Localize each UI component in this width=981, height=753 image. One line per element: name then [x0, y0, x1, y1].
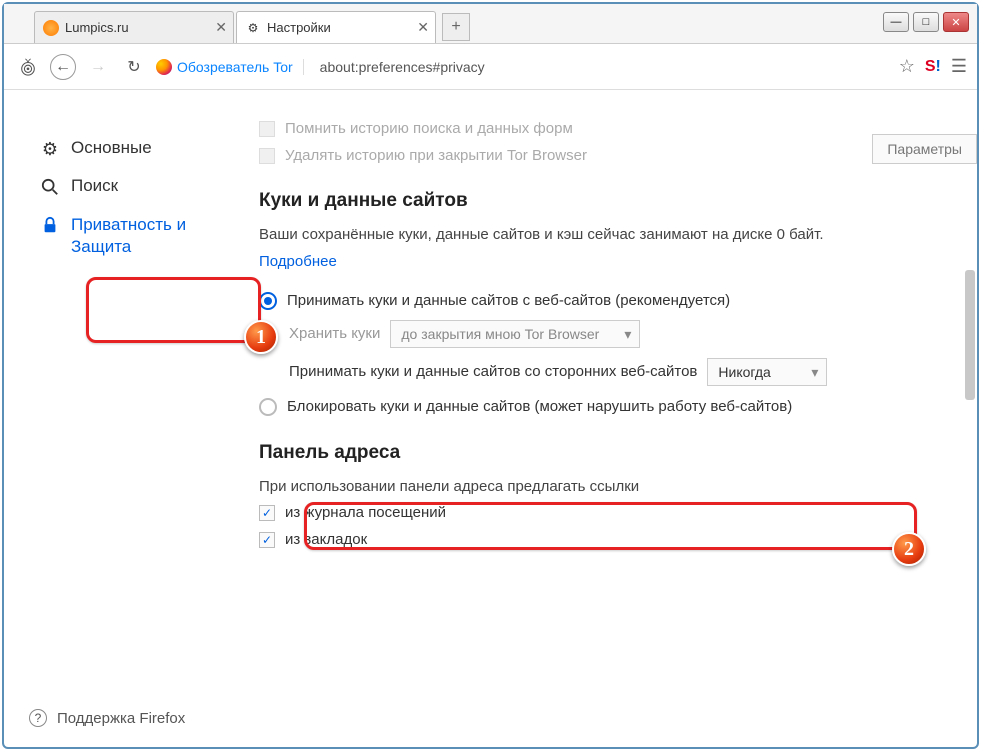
label-remember-history: Помнить историю поиска и данных форм: [285, 120, 573, 137]
minimize-button[interactable]: —: [883, 12, 909, 32]
sidebar-item-search[interactable]: Поиск: [29, 168, 239, 206]
support-label: Поддержка Firefox: [57, 710, 185, 727]
hamburger-menu-icon[interactable]: ☰: [951, 56, 967, 77]
checkbox-remember-history: [259, 121, 275, 137]
gear-icon: ⚙: [39, 138, 61, 160]
navigation-bar: ← → ↻ Обозреватель Tor about:preferences…: [4, 44, 977, 90]
checkbox-history-suggestions[interactable]: ✓: [259, 505, 275, 521]
sidebar-support[interactable]: ? Поддержка Firefox: [29, 709, 185, 727]
sidebar-item-general[interactable]: ⚙ Основные: [29, 130, 239, 168]
sidebar-item-privacy[interactable]: Приватность и Защита: [29, 206, 239, 266]
lock-icon: [39, 214, 61, 236]
cookies-description: Ваши сохранённые куки, данные сайтов и к…: [259, 224, 977, 247]
label-accept-cookies: Принимать куки и данные сайтов с веб-сай…: [287, 292, 730, 309]
url-bar[interactable]: about:preferences#privacy: [312, 59, 891, 75]
gear-icon: ⚙: [245, 20, 261, 36]
parameters-button[interactable]: Параметры: [872, 134, 977, 164]
scrollbar-thumb[interactable]: [965, 270, 975, 400]
label-third-party: Принимать куки и данные сайтов со сторон…: [289, 363, 697, 380]
tab-strip: Lumpics.ru ✕ ⚙ Настройки ✕ + — □ ✕: [4, 4, 977, 44]
radio-accept-cookies[interactable]: [259, 292, 277, 310]
extension-icon[interactable]: S!: [925, 58, 941, 76]
back-button[interactable]: ←: [50, 54, 76, 80]
onion-icon[interactable]: [14, 53, 42, 81]
search-icon: [39, 176, 61, 198]
sidebar-item-label: Приватность и Защита: [71, 214, 229, 258]
sidebar-item-label: Основные: [71, 138, 152, 158]
heading-addressbar: Панель адреса: [259, 442, 977, 464]
label-store-cookies: Хранить куки: [289, 325, 380, 342]
radio-block-cookies[interactable]: [259, 398, 277, 416]
identity-box[interactable]: Обозреватель Tor: [156, 59, 304, 75]
reload-button[interactable]: ↻: [120, 53, 148, 81]
label-block-cookies: Блокировать куки и данные сайтов (может …: [287, 398, 792, 415]
preferences-main: Помнить историю поиска и данных форм Уда…: [239, 90, 977, 747]
label-clear-on-close: Удалять историю при закрытии Tor Browser: [285, 147, 587, 164]
help-icon: ?: [29, 709, 47, 727]
maximize-button[interactable]: □: [913, 12, 939, 32]
addressbar-description: При использовании панели адреса предлага…: [259, 476, 977, 499]
tab-settings[interactable]: ⚙ Настройки ✕: [236, 11, 436, 43]
cookies-learn-more-link[interactable]: Подробнее: [259, 253, 977, 270]
checkbox-bookmark-suggestions[interactable]: ✓: [259, 532, 275, 548]
sidebar-item-label: Поиск: [71, 176, 118, 196]
identity-label: Обозреватель Tor: [177, 59, 293, 75]
checkbox-clear-on-close: [259, 148, 275, 164]
favicon-lumpics: [43, 20, 59, 36]
heading-cookies: Куки и данные сайтов: [259, 190, 977, 212]
preferences-sidebar: ⚙ Основные Поиск Приватность и Защита ? …: [4, 90, 239, 747]
close-icon[interactable]: ✕: [215, 19, 227, 36]
close-window-button[interactable]: ✕: [943, 12, 969, 32]
label-bookmark-suggestions: из закладок: [285, 531, 367, 548]
tab-title: Lumpics.ru: [65, 20, 129, 35]
close-icon[interactable]: ✕: [417, 19, 429, 36]
new-tab-button[interactable]: +: [442, 13, 470, 41]
tab-lumpics[interactable]: Lumpics.ru ✕: [34, 11, 234, 43]
label-history-suggestions: из журнала посещений: [285, 504, 446, 521]
select-store-cookies[interactable]: до закрытия мною Tor Browser: [390, 320, 640, 348]
forward-button[interactable]: →: [84, 53, 112, 81]
window-controls: — □ ✕: [883, 12, 969, 32]
tab-title: Настройки: [267, 20, 331, 35]
bookmark-star-icon[interactable]: ☆: [899, 56, 915, 77]
select-third-party[interactable]: Никогда: [707, 358, 827, 386]
firefox-icon: [156, 59, 172, 75]
